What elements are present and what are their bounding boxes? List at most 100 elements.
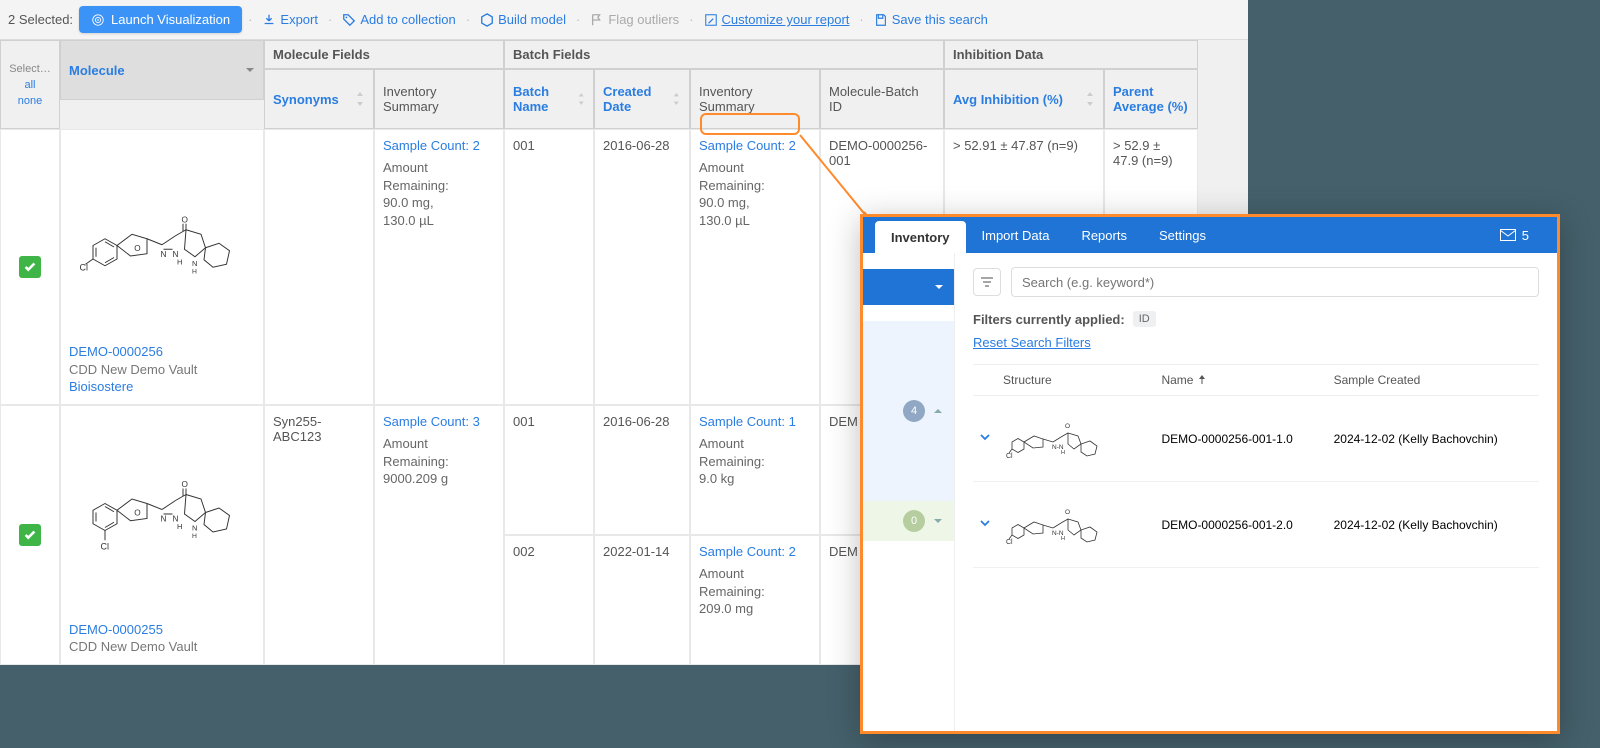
sample-count-link[interactable]: Sample Count: 1 xyxy=(699,414,811,429)
sort-icon xyxy=(1085,92,1095,106)
customize-report-link[interactable]: Customize your report xyxy=(700,10,854,29)
amount-value: 90.0 mg, xyxy=(699,194,811,212)
structure-cell: Cl N-N H O xyxy=(997,482,1155,568)
export-link[interactable]: Export xyxy=(258,10,322,29)
pencil-box-icon xyxy=(704,13,718,27)
download-icon xyxy=(262,13,276,27)
svg-text:H: H xyxy=(1061,450,1065,456)
inventory-table: Structure Name Sample Created xyxy=(973,364,1539,568)
reset-filters-link[interactable]: Reset Search Filters xyxy=(973,335,1091,350)
select-all-link[interactable]: all xyxy=(24,79,35,91)
launch-visualization-button[interactable]: Launch Visualization xyxy=(79,6,242,33)
synonyms-cell xyxy=(264,129,374,405)
add-to-collection-link[interactable]: Add to collection xyxy=(338,10,459,29)
molecule-thumbnail: Cl N-N H O xyxy=(1003,412,1123,462)
molecule-structure: Cl O N N H O xyxy=(72,464,252,564)
caret-down-icon xyxy=(245,65,255,75)
group-header-molecule-fields: Molecule Fields xyxy=(264,40,504,69)
column-header-avg-inhibition[interactable]: Avg Inhibition (%) xyxy=(944,69,1104,129)
column-header-parent-average[interactable]: Parent Average (%) xyxy=(1104,69,1198,129)
sort-icon xyxy=(577,92,585,106)
hexagon-icon xyxy=(480,13,494,27)
th-name[interactable]: Name xyxy=(1155,365,1327,396)
badge-count: 0 xyxy=(903,510,925,532)
notifications-count: 5 xyxy=(1522,228,1529,243)
column-header-inventory-summary-molecule[interactable]: Inventory Summary xyxy=(374,69,504,129)
flag-icon xyxy=(590,13,604,27)
sample-count-link[interactable]: Sample Count: 2 xyxy=(383,138,495,153)
search-input[interactable] xyxy=(1011,267,1539,297)
group-header-row: Select… all none Molecule Molecule Field… xyxy=(0,40,1248,129)
filter-chip-id[interactable]: ID xyxy=(1133,311,1156,327)
popover-main: Filters currently applied: ID Reset Sear… xyxy=(955,253,1557,731)
amount-label: Amount Remaining: xyxy=(383,435,495,470)
svg-text:Cl: Cl xyxy=(101,542,110,552)
build-model-link[interactable]: Build model xyxy=(476,10,570,29)
created-date-cell: 2022-01-14 xyxy=(594,535,690,665)
column-header-batch-name[interactable]: Batch Name xyxy=(504,69,594,129)
amount-value: 209.0 mg xyxy=(699,600,811,618)
svg-text:H: H xyxy=(1061,536,1065,542)
th-sample-created[interactable]: Sample Created xyxy=(1328,365,1539,396)
save-icon xyxy=(874,13,888,27)
save-search-link[interactable]: Save this search xyxy=(870,10,992,29)
sidebar-group-2[interactable]: 0 xyxy=(863,501,954,541)
amount-value: 9000.209 g xyxy=(383,470,495,488)
column-header-molecule-batch-id[interactable]: Molecule-Batch ID xyxy=(820,69,944,129)
svg-text:O: O xyxy=(1065,423,1070,430)
sample-count-link[interactable]: Sample Count: 3 xyxy=(383,414,495,429)
column-header-synonyms[interactable]: Synonyms xyxy=(264,69,374,129)
th-structure[interactable]: Structure xyxy=(997,365,1155,396)
synonyms-cell: Syn255-ABC123 xyxy=(264,405,374,665)
badge-count: 4 xyxy=(903,400,925,422)
tag-icon xyxy=(342,13,356,27)
svg-text:N: N xyxy=(161,249,167,258)
molecule-tag[interactable]: Bioisostere xyxy=(69,378,255,396)
molecule-cell[interactable]: Cl O N N H O xyxy=(60,129,264,405)
row-checkbox[interactable] xyxy=(0,405,60,665)
flag-outliers-link[interactable]: Flag outliers xyxy=(586,10,683,29)
filter-icon xyxy=(980,276,994,288)
svg-text:O: O xyxy=(134,243,141,252)
expand-row[interactable] xyxy=(973,482,997,568)
chevron-down-icon xyxy=(979,431,991,443)
inventory-name: DEMO-0000256-001-2.0 xyxy=(1155,482,1327,568)
notifications-button[interactable]: 5 xyxy=(1490,217,1539,253)
amount-value: 9.0 kg xyxy=(699,470,811,488)
tab-import-data[interactable]: Import Data xyxy=(966,217,1066,253)
tab-inventory[interactable]: Inventory xyxy=(875,221,966,253)
sample-count-link[interactable]: Sample Count: 2 xyxy=(699,544,811,559)
check-icon xyxy=(23,528,37,542)
svg-text:N: N xyxy=(161,515,167,524)
table-row[interactable]: Cl N-N H O xyxy=(973,396,1539,482)
table-row[interactable]: Cl N-N H O xyxy=(973,482,1539,568)
filter-button[interactable] xyxy=(973,268,1001,296)
select-none-link[interactable]: none xyxy=(18,95,42,107)
inventory-popover: Inventory Import Data Reports Settings 5… xyxy=(860,214,1560,734)
created-date-cell: 2016-06-28 xyxy=(594,129,690,405)
molecule-id[interactable]: DEMO-0000256 xyxy=(69,343,255,361)
column-header-created-date[interactable]: Created Date xyxy=(594,69,690,129)
molecule-cell[interactable]: Cl O N N H O xyxy=(60,405,264,665)
tab-reports[interactable]: Reports xyxy=(1065,217,1143,253)
amount-label: Amount Remaining: xyxy=(699,159,811,194)
caret-down-icon xyxy=(934,282,944,292)
column-header-molecule[interactable]: Molecule xyxy=(60,40,264,100)
amount-label: Amount Remaining: xyxy=(699,435,811,470)
molecule-id[interactable]: DEMO-0000255 xyxy=(69,621,255,639)
sidebar-dropdown[interactable] xyxy=(863,269,954,305)
selected-count: 2 Selected: xyxy=(8,12,73,27)
svg-text:N: N xyxy=(192,258,197,267)
sample-count-link[interactable]: Sample Count: 2 xyxy=(699,138,811,153)
created-date-cell: 2016-06-28 xyxy=(594,405,690,535)
caret-up-icon xyxy=(933,406,943,416)
group-header-inhibition-data: Inhibition Data xyxy=(944,40,1198,69)
tab-settings[interactable]: Settings xyxy=(1143,217,1222,253)
sort-icon xyxy=(672,92,681,106)
column-header-inventory-summary-batch[interactable]: Inventory Summary xyxy=(690,69,820,129)
expand-row[interactable] xyxy=(973,396,997,482)
svg-text:O: O xyxy=(182,480,189,489)
vault-name: CDD New Demo Vault xyxy=(69,361,255,379)
sidebar-group-1[interactable]: 4 xyxy=(863,321,954,501)
row-checkbox[interactable] xyxy=(0,129,60,405)
